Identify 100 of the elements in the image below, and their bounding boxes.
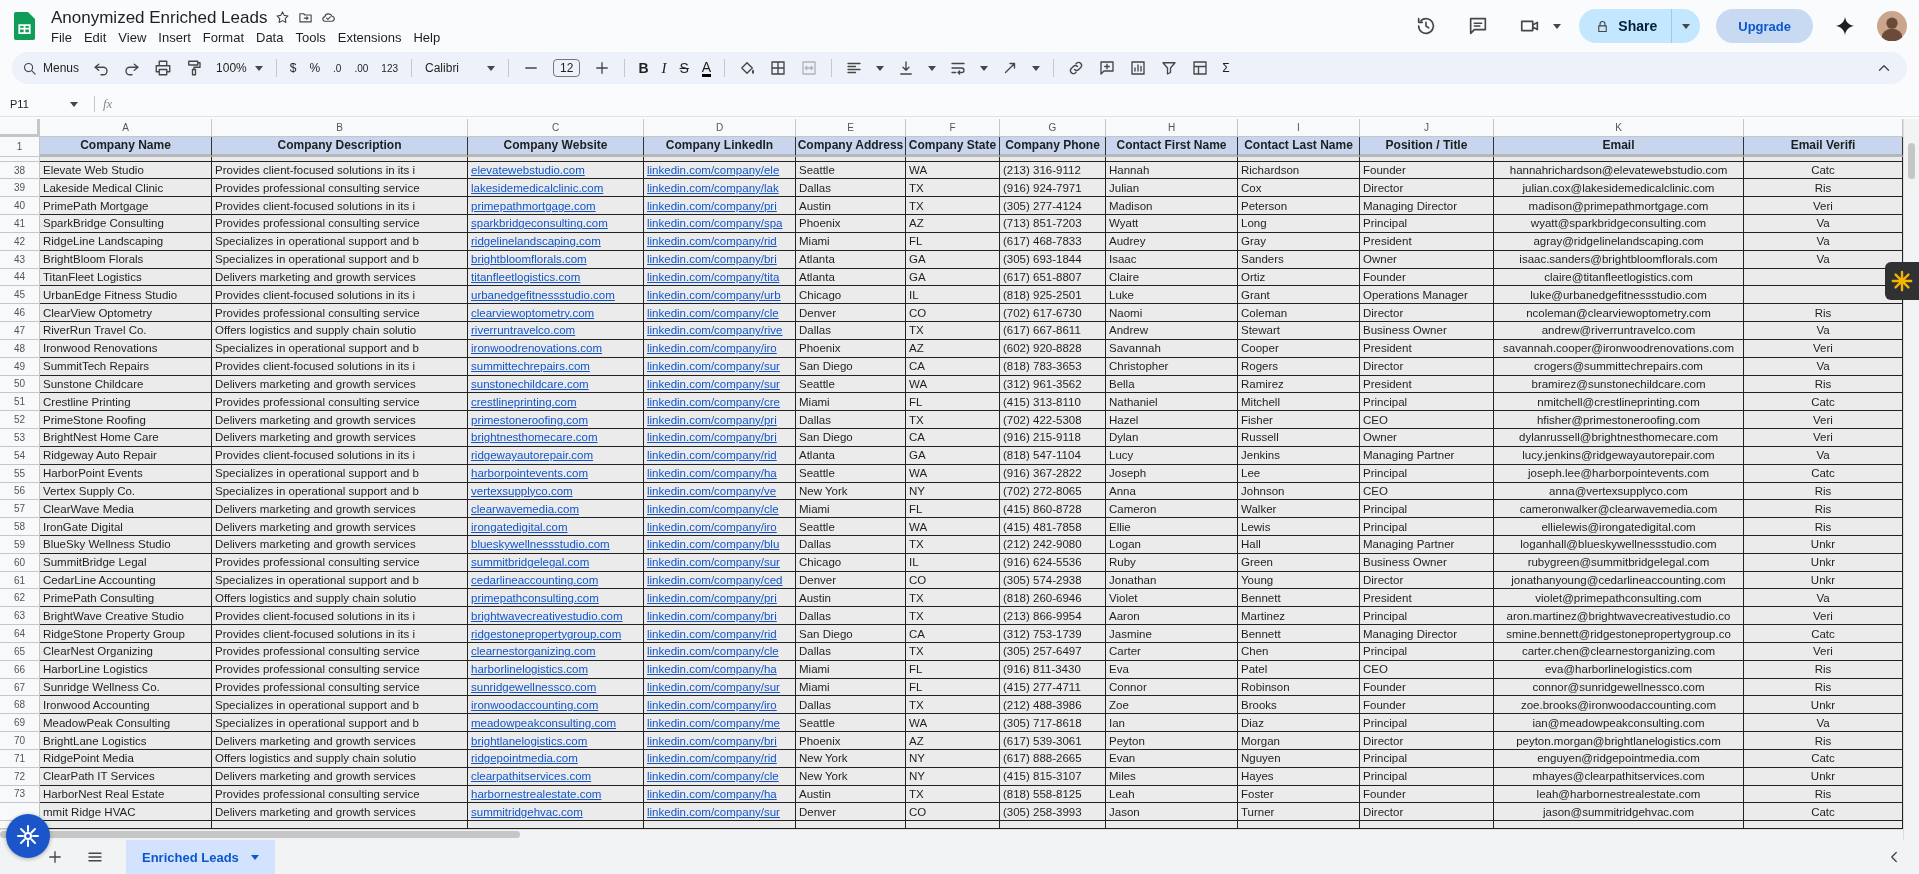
link[interactable]: linkedin.com/company/iro [647, 698, 777, 711]
row-number[interactable]: 46 [0, 304, 40, 323]
link[interactable]: harbornestrealestate.com [471, 788, 602, 800]
link[interactable]: ridgewayautorepair.com [471, 449, 594, 462]
row-number[interactable]: 45 [0, 286, 40, 305]
link[interactable]: linkedin.com/company/ha [647, 663, 777, 676]
link[interactable]: linkedin.com/company/pri [647, 591, 777, 604]
link[interactable]: linkedin.com/company/bri [647, 609, 777, 622]
link[interactable]: brightlanelogistics.com [471, 734, 588, 747]
link[interactable]: linkedin.com/company/sur [647, 556, 780, 569]
row-number[interactable]: 68 [0, 696, 40, 715]
column-letter[interactable]: B [212, 119, 468, 137]
link[interactable]: linkedin.com/company/urb [647, 288, 781, 301]
link[interactable]: ridgestonepropertygroup.com [471, 627, 622, 640]
link[interactable]: clearnestorganizing.com [471, 645, 596, 658]
table-icon[interactable] [1191, 59, 1210, 77]
column-letter[interactable]: H [1106, 119, 1238, 137]
filter-icon[interactable] [1160, 59, 1179, 77]
link[interactable]: primepathmortgage.com [471, 199, 596, 212]
caret-icon[interactable] [876, 65, 885, 71]
link[interactable]: ironwoodaccounting.com [471, 698, 599, 711]
borders-icon[interactable] [769, 59, 788, 77]
menu-item[interactable]: Extensions [337, 29, 402, 45]
row-number[interactable]: 51 [0, 393, 40, 412]
link[interactable]: urbanedgefitnessstudio.com [471, 288, 615, 301]
row-number[interactable]: 69 [0, 714, 40, 733]
text-color-button[interactable]: A [701, 59, 712, 77]
link[interactable]: linkedin.com/company/rive [647, 324, 783, 337]
link[interactable]: linkedin.com/company/sur [647, 360, 780, 373]
print-icon[interactable] [154, 59, 173, 77]
link[interactable]: linkedin.com/company/sur [647, 377, 780, 390]
column-letter[interactable]: A [40, 119, 212, 137]
folder-icon[interactable] [298, 10, 314, 25]
link[interactable]: linkedin.com/company/rid [647, 627, 777, 640]
link[interactable]: linkedin.com/company/spa [647, 217, 783, 230]
link[interactable]: harborpointevents.com [471, 467, 588, 480]
paint-bucket-icon[interactable] [738, 59, 757, 77]
link[interactable]: linkedin.com/company/rid [647, 449, 777, 462]
link[interactable]: linkedin.com/company/cle [647, 645, 779, 658]
link[interactable]: linkedin.com/company/cle [647, 770, 779, 783]
star-icon[interactable] [275, 10, 291, 25]
link[interactable]: linkedin.com/company/cle [647, 502, 779, 515]
link[interactable]: crestlineprinting.com [471, 395, 577, 408]
caret-icon[interactable] [980, 65, 989, 71]
menu-item[interactable]: Edit [83, 29, 107, 45]
link[interactable]: riverruntravelco.com [471, 324, 576, 337]
cloud-icon[interactable] [321, 10, 337, 25]
row-number[interactable]: 63 [0, 607, 40, 626]
menu-item[interactable]: File [51, 29, 72, 45]
font-select[interactable]: Calibri [425, 61, 496, 75]
link[interactable]: linkedin.com/company/bri [647, 734, 777, 747]
caret-icon[interactable] [1032, 65, 1041, 71]
name-box[interactable]: P11 [10, 98, 62, 110]
scrollbar-thumb[interactable] [0, 831, 520, 839]
column-letter[interactable]: J [1360, 119, 1494, 137]
row-number[interactable]: 41 [0, 215, 40, 233]
column-letter[interactable]: F [906, 119, 1000, 137]
link[interactable]: clearviewoptometry.com [471, 306, 595, 319]
menus-search[interactable]: Menus [22, 60, 80, 76]
row-number[interactable]: 62 [0, 589, 40, 608]
link[interactable]: linkedin.com/company/lak [647, 181, 779, 194]
row-number[interactable]: 39 [0, 179, 40, 198]
sheet-tab[interactable]: Enriched Leads [126, 840, 275, 874]
link[interactable]: linkedin.com/company/ced [647, 574, 783, 587]
link[interactable]: linkedin.com/company/ele [647, 164, 780, 176]
link[interactable]: ridgepointmedia.com [471, 752, 578, 765]
link[interactable]: summitridgehvac.com [471, 805, 583, 818]
extension-button[interactable] [1885, 262, 1919, 300]
link[interactable]: clearwavemedia.com [471, 502, 579, 515]
column-letter[interactable]: I [1238, 119, 1360, 137]
menu-item[interactable]: Data [256, 29, 284, 45]
link[interactable]: summitbridgelegal.com [471, 556, 590, 569]
menu-item[interactable]: Insert [158, 29, 191, 45]
link[interactable]: brightnesthomecare.com [471, 431, 598, 444]
link[interactable]: sparkbridgeconsulting.com [471, 217, 608, 230]
scrollbar-thumb[interactable] [1908, 143, 1915, 179]
menu-item[interactable]: View [118, 29, 147, 45]
column-letter[interactable]: G [1000, 119, 1106, 137]
caret-icon[interactable] [928, 65, 937, 71]
row-number[interactable]: 1 [0, 136, 40, 157]
bold-button[interactable]: B [638, 60, 649, 76]
menu-item[interactable]: Tools [295, 29, 326, 45]
link[interactable]: linkedin.com/company/iro [647, 520, 777, 533]
document-title[interactable]: Anonymized Enriched Leads [51, 7, 268, 28]
caret-icon[interactable] [70, 101, 78, 107]
column-letter[interactable]: E [796, 119, 906, 137]
link[interactable]: linkedin.com/company/ve [647, 484, 777, 497]
link[interactable]: titanfleetlogistics.com [471, 270, 581, 283]
link[interactable]: vertexsupplyco.com [471, 484, 573, 497]
row-number[interactable]: 70 [0, 732, 40, 750]
row-number[interactable]: 64 [0, 625, 40, 643]
row-number[interactable]: 40 [0, 197, 40, 216]
link[interactable]: linkedin.com/company/blu [647, 538, 780, 551]
merge-cells-icon[interactable] [800, 59, 819, 77]
link[interactable]: linkedin.com/company/cre [647, 395, 780, 408]
link[interactable]: linkedin.com/company/cle [647, 306, 779, 319]
strikethrough-button[interactable]: S [679, 60, 689, 76]
link[interactable]: linkedin.com/company/pri [647, 199, 777, 212]
link[interactable]: linkedin.com/company/me [647, 716, 780, 729]
link[interactable]: irongatedigital.com [471, 520, 568, 533]
